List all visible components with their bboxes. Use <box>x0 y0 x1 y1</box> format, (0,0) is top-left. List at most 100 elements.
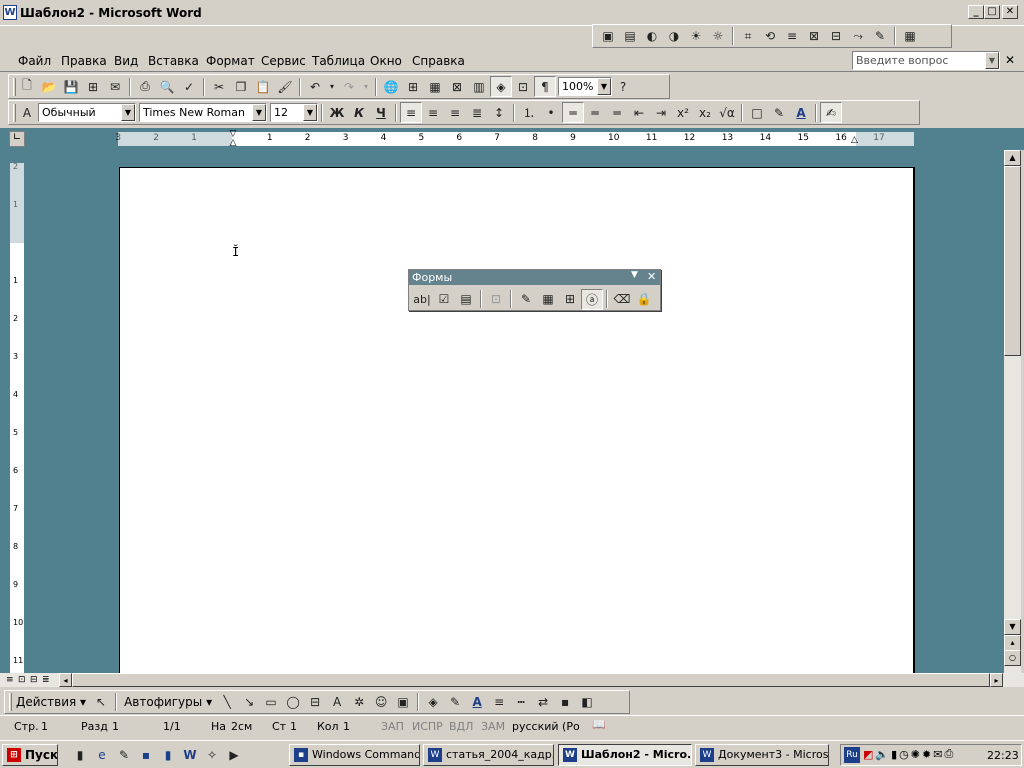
taskbar-dokument3[interactable]: W Документ3 - Micros... <box>695 744 829 766</box>
tray-clock-icon[interactable]: ◷ <box>899 748 909 761</box>
bold-button[interactable]: Ж <box>326 102 348 123</box>
line-style-icon[interactable]: ≡ <box>781 26 803 47</box>
clipart-icon[interactable]: ☺ <box>370 692 392 713</box>
tab-selector-icon[interactable]: ∟ <box>9 131 25 147</box>
dash-style-icon[interactable]: ┅ <box>510 692 532 713</box>
set-transparent-icon[interactable]: ✎ <box>869 26 891 47</box>
italic-button[interactable]: К <box>348 102 370 123</box>
equation-icon[interactable]: √α <box>716 102 738 123</box>
tray-mail-icon[interactable]: ✉ <box>933 748 942 761</box>
align-left-icon[interactable]: ≡ <box>400 102 422 123</box>
double-line-icon[interactable]: ═ <box>606 102 628 123</box>
status-ovr[interactable]: ЗАМ <box>481 720 505 733</box>
open-icon[interactable]: 📂 <box>38 76 60 97</box>
email-icon[interactable]: ✉ <box>104 76 126 97</box>
color-icon[interactable]: ▤ <box>619 26 641 47</box>
tray-bug-icon[interactable]: ✹ <box>922 748 931 761</box>
draw-table-icon[interactable]: ✎ <box>515 289 537 310</box>
format-picture-icon[interactable]: ⊟ <box>825 26 847 47</box>
menu-view[interactable]: Вид <box>114 54 138 68</box>
horizontal-line-icon[interactable]: ═ <box>562 102 584 123</box>
form-field-shading-icon[interactable]: ⓐ <box>581 288 603 310</box>
print-icon[interactable]: ⎙ <box>134 76 156 97</box>
menu-help[interactable]: Справка <box>412 54 465 68</box>
redo-dropdown-icon[interactable]: ▾ <box>360 76 372 97</box>
menu-edit[interactable]: Правка <box>61 54 107 68</box>
hyperlink-icon[interactable]: 🌐 <box>380 76 402 97</box>
forms-menu-icon[interactable]: ▼ <box>631 270 638 280</box>
quicklaunch-book-icon[interactable]: ▮ <box>158 745 178 766</box>
actions-menu[interactable]: Действия ▾ <box>12 695 90 709</box>
forms-toolbar[interactable]: Формы ▼ ✕ ab| ☑ ▤ ⊡ ✎ ▦ ⊞ ⓐ ⌫ 🔒 <box>408 269 661 311</box>
protect-form-icon[interactable]: 🔒 <box>633 289 655 310</box>
close-button[interactable]: ✕ <box>1002 5 1018 19</box>
insert-frame-icon[interactable]: ⊞ <box>559 289 581 310</box>
taskbar-windows-commander[interactable]: ▪ Windows Commande... <box>289 744 420 766</box>
scroll-right-icon[interactable]: ▸ <box>990 673 1003 687</box>
insert-excel-icon[interactable]: ⊠ <box>446 76 468 97</box>
quicklaunch-notepad-icon[interactable]: ✎ <box>114 745 134 766</box>
doc-close-icon[interactable]: ✕ <box>1005 53 1015 67</box>
new-document-icon[interactable]: 🗋 <box>16 76 38 97</box>
undo-icon[interactable]: ↶ <box>304 76 326 97</box>
tables-borders-icon[interactable]: ⊞ <box>402 76 424 97</box>
show-hide-icon[interactable]: ¶ <box>534 76 556 97</box>
copy-icon[interactable]: ❐ <box>230 76 252 97</box>
justify-icon[interactable]: ≣ <box>466 102 488 123</box>
line-color-icon[interactable]: ✎ <box>444 692 466 713</box>
quicklaunch-app1-icon[interactable]: ▮ <box>70 745 90 766</box>
menu-file[interactable]: Файл <box>18 54 51 68</box>
help-icon[interactable]: ? <box>612 76 634 97</box>
outline-view-icon[interactable]: ≣ <box>42 675 54 685</box>
taskbar-article-doc[interactable]: W статья_2004_кадр... <box>423 744 554 766</box>
oval-icon[interactable]: ◯ <box>282 692 304 713</box>
line-style-icon[interactable]: ≡ <box>488 692 510 713</box>
select-browse-icon[interactable]: ○ <box>1004 650 1021 666</box>
paste-icon[interactable]: 📋 <box>252 76 274 97</box>
equal-lines-icon[interactable]: ═ <box>584 102 606 123</box>
chevron-down-icon[interactable]: ▼ <box>252 104 266 121</box>
menu-format[interactable]: Формат <box>206 54 255 68</box>
columns-icon[interactable]: ▥ <box>468 76 490 97</box>
chevron-down-icon[interactable]: ▼ <box>121 104 135 121</box>
status-ext[interactable]: ВДЛ <box>449 720 473 733</box>
select-objects-icon[interactable]: ↖ <box>90 692 112 713</box>
ie-icon[interactable]: e <box>92 745 112 766</box>
reset-form-fields-icon[interactable]: ⌫ <box>611 289 633 310</box>
word-app-icon[interactable]: W <box>3 5 17 20</box>
undo-dropdown-icon[interactable]: ▾ <box>326 76 338 97</box>
save-icon[interactable]: 💾 <box>60 76 82 97</box>
less-contrast-icon[interactable]: ◑ <box>663 26 685 47</box>
line-icon[interactable]: ╲ <box>216 692 238 713</box>
quicklaunch-word-icon[interactable]: W <box>180 745 200 766</box>
checkbox-icon[interactable]: ☑ <box>433 289 455 310</box>
more-brightness-icon[interactable]: ☀ <box>685 26 707 47</box>
vertical-scrollbar[interactable]: ▲ ▼ ▴ ○ <box>1004 150 1021 673</box>
minimize-button[interactable]: _ <box>968 5 984 19</box>
print-view-icon[interactable]: ⊟ <box>30 675 42 685</box>
subscript-icon[interactable]: x₂ <box>694 102 716 123</box>
forms-close-icon[interactable]: ✕ <box>647 270 656 283</box>
quicklaunch-save-icon[interactable]: ▪ <box>136 745 156 766</box>
style-select[interactable]: Обычный ▼ <box>38 103 136 122</box>
tray-app-icon[interactable]: ▮ <box>891 748 897 761</box>
clock[interactable]: 22:23 <box>987 749 1019 762</box>
vertical-ruler[interactable]: 211234567891011 <box>10 162 24 673</box>
more-contrast-icon[interactable]: ◐ <box>641 26 663 47</box>
textbox-icon[interactable]: ⊟ <box>304 692 326 713</box>
chevron-down-icon[interactable]: ▼ <box>303 104 317 121</box>
normal-view-icon[interactable]: ≡ <box>6 675 18 685</box>
wordart-icon[interactable]: A <box>326 692 348 713</box>
tray-printer-icon[interactable]: ⎙ <box>944 747 953 761</box>
font-color-icon[interactable]: A <box>790 102 812 123</box>
menu-insert[interactable]: Вставка <box>148 54 199 68</box>
field-options-icon[interactable]: ⊡ <box>485 289 507 310</box>
hscroll-thumb[interactable] <box>72 673 990 687</box>
insert-picture-icon[interactable]: ▣ <box>597 26 619 47</box>
quicklaunch-media-icon[interactable]: ▶ <box>224 745 244 766</box>
menu-table[interactable]: Таблица <box>312 54 365 68</box>
tray-antivirus-icon[interactable]: ◩ <box>863 748 873 761</box>
format-painter-icon[interactable]: 🖌 <box>274 76 296 97</box>
right-indent-icon[interactable]: △ <box>851 135 861 145</box>
text-wrap-icon[interactable]: ⤳ <box>847 26 869 47</box>
